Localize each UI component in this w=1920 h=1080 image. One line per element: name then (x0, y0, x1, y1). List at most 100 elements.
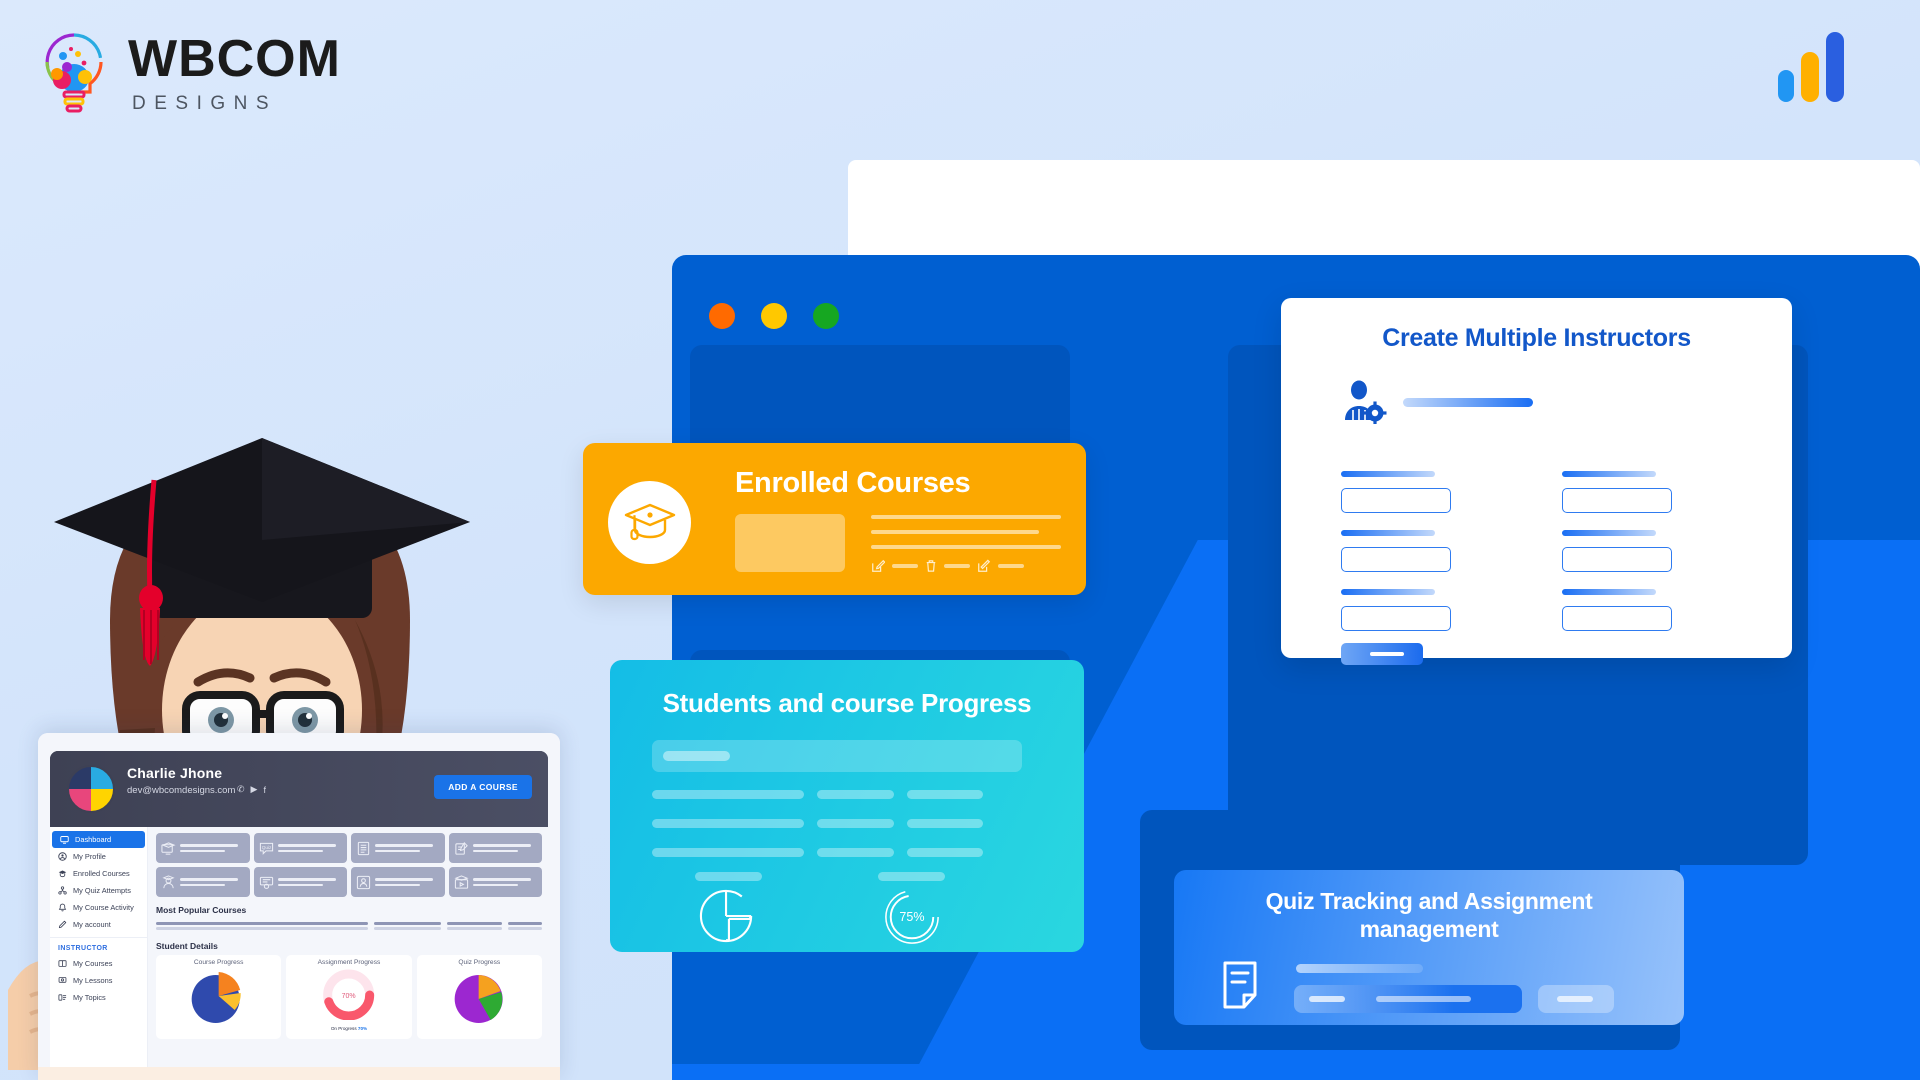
instructor-input-4[interactable] (1562, 547, 1672, 572)
maximize-dot[interactable] (813, 303, 839, 329)
students-progress-card[interactable]: Students and course Progress 75% (610, 660, 1084, 952)
sidebar-item-enrolled-courses[interactable]: Enrolled Courses (50, 865, 147, 882)
course-thumbnail-placeholder (735, 514, 845, 572)
stat-skeleton (375, 841, 440, 855)
stat-cards-grid: Quiz (156, 833, 542, 897)
bar-chart-bar-1 (1778, 70, 1795, 102)
chart-card-course-progress[interactable]: Course Progress (156, 954, 282, 1039)
social-links[interactable]: ✆ ▶ f (237, 784, 266, 795)
search-bar-placeholder[interactable] (652, 740, 1022, 772)
dashboard-sidebar[interactable]: Dashboard My Profile Enrolled Courses My… (50, 827, 148, 1067)
video-lesson-icon (453, 874, 469, 889)
create-instructors-card[interactable]: Create Multiple Instructors (1281, 298, 1792, 665)
sidebar-label: Enrolled Courses (73, 869, 130, 878)
instructor-icon (356, 875, 371, 889)
stat-card[interactable]: Quiz (253, 833, 347, 863)
stat-skeleton (180, 841, 245, 855)
sidebar-item-my-lessons[interactable]: My Lessons (50, 972, 147, 989)
book-icon (58, 960, 67, 967)
sidebar-label: Dashboard (75, 835, 112, 844)
donut-value-label: 75% (899, 910, 924, 924)
quiz-tracking-card[interactable]: Quiz Tracking and Assignment management (1174, 870, 1684, 1025)
popular-col (156, 919, 368, 933)
dashboard-screenshot-mockup[interactable]: Charlie Jhone dev@wbcomdesigns.com ✆ ▶ f… (38, 733, 560, 1080)
popular-col (508, 919, 542, 933)
svg-text:Quiz: Quiz (261, 844, 271, 849)
sidebar-label: My Course Activity (73, 903, 134, 912)
user-circle-icon (58, 852, 67, 861)
brand-name: WBCOM (128, 30, 341, 88)
chart-caption-text: On Progress (330, 1025, 357, 1031)
stat-card[interactable] (156, 867, 250, 897)
network-icon (58, 886, 67, 895)
brand-subtitle: DESIGNS (132, 93, 278, 114)
brand-logo[interactable]: WBCOM DESIGNS (38, 30, 341, 118)
chart-caption-2 (878, 872, 945, 881)
instructor-input-6[interactable] (1562, 606, 1672, 631)
instructor-input-3[interactable] (1341, 547, 1451, 572)
slides-icon (58, 977, 67, 983)
bar-chart-bar-3 (1826, 32, 1845, 102)
stat-card[interactable] (448, 833, 542, 863)
avatar[interactable] (67, 765, 115, 813)
close-dot[interactable] (709, 303, 735, 329)
donut-center-value: 70% (342, 993, 356, 1000)
dashboard-icon (60, 836, 69, 844)
instructor-submit-button[interactable] (1341, 643, 1423, 665)
sidebar-label: My Courses (73, 959, 113, 968)
enrolled-courses-card[interactable]: Enrolled Courses (583, 443, 1086, 595)
course-detail-lines (871, 515, 1061, 560)
field-label-6 (1562, 589, 1656, 595)
table-row (652, 848, 1024, 857)
sidebar-item-my-course-activity[interactable]: My Course Activity (50, 899, 147, 916)
stat-card[interactable] (253, 867, 347, 897)
chart-caption: On Progress 70% (290, 1026, 407, 1031)
stat-card[interactable] (448, 867, 542, 897)
edit-icon (872, 559, 885, 572)
skeleton-line (871, 545, 1061, 549)
dashboard-main: Quiz Most Popular Courses Student Detail… (148, 827, 548, 1067)
instructor-input-1[interactable] (1341, 488, 1451, 513)
profile-name: Charlie Jhone (127, 765, 223, 781)
quiz-title-line-1: Quiz Tracking and Assignment (1265, 888, 1593, 914)
skeleton-line (871, 515, 1061, 519)
course-action-icons[interactable] (871, 559, 1024, 573)
sidebar-item-dashboard[interactable]: Dashboard (52, 831, 145, 848)
document-icon (1222, 960, 1265, 1010)
assignment-progress-donut: 70% (323, 969, 375, 1020)
chart-card-assignment-progress[interactable]: Assignment Progress 70% On Progress 70% (286, 954, 412, 1039)
instructor-input-5[interactable] (1341, 606, 1451, 631)
table-row (652, 819, 1024, 828)
bottom-accent-strip (672, 1064, 1920, 1080)
bar-chart-icon[interactable] (1778, 30, 1845, 102)
students-progress-title: Students and course Progress (662, 688, 1032, 718)
skeleton-dash (998, 564, 1024, 568)
mock-top-edge (38, 733, 560, 751)
stat-card[interactable] (156, 833, 250, 863)
sidebar-item-my-topics[interactable]: My Topics (50, 989, 147, 1006)
sidebar-item-my-quiz-attempts[interactable]: My Quiz Attempts (50, 882, 147, 899)
chart-caption-1 (695, 872, 762, 881)
youtube-icon[interactable]: ▶ (251, 784, 258, 795)
sidebar-item-my-courses[interactable]: My Courses (50, 955, 147, 972)
sidebar-section-instructor: INSTRUCTOR (50, 937, 147, 955)
stat-card[interactable] (351, 867, 445, 897)
chart-card-quiz-progress[interactable]: Quiz Progress (416, 954, 542, 1039)
sidebar-item-my-profile[interactable]: My Profile (50, 848, 147, 865)
course-progress-pie (191, 971, 241, 1023)
window-traffic-lights[interactable] (709, 303, 839, 329)
skype-icon[interactable]: ✆ (237, 784, 245, 795)
chart-label: Assignment Progress (317, 958, 381, 966)
quiz-tracking-title: Quiz Tracking and Assignment management (1214, 888, 1644, 943)
facebook-icon[interactable]: f (263, 785, 266, 795)
sidebar-item-my-account[interactable]: My account (50, 916, 147, 933)
minimize-dot[interactable] (761, 303, 787, 329)
sidebar-label: My Profile (73, 852, 106, 861)
table-row (652, 790, 1024, 799)
stat-card[interactable] (351, 833, 445, 863)
field-label-4 (1562, 530, 1656, 536)
add-course-button[interactable]: ADD A COURSE (434, 775, 532, 799)
donut-progress-icon: 75% (885, 890, 939, 944)
instructor-input-2[interactable] (1562, 488, 1672, 513)
sidebar-label: My account (73, 920, 111, 929)
